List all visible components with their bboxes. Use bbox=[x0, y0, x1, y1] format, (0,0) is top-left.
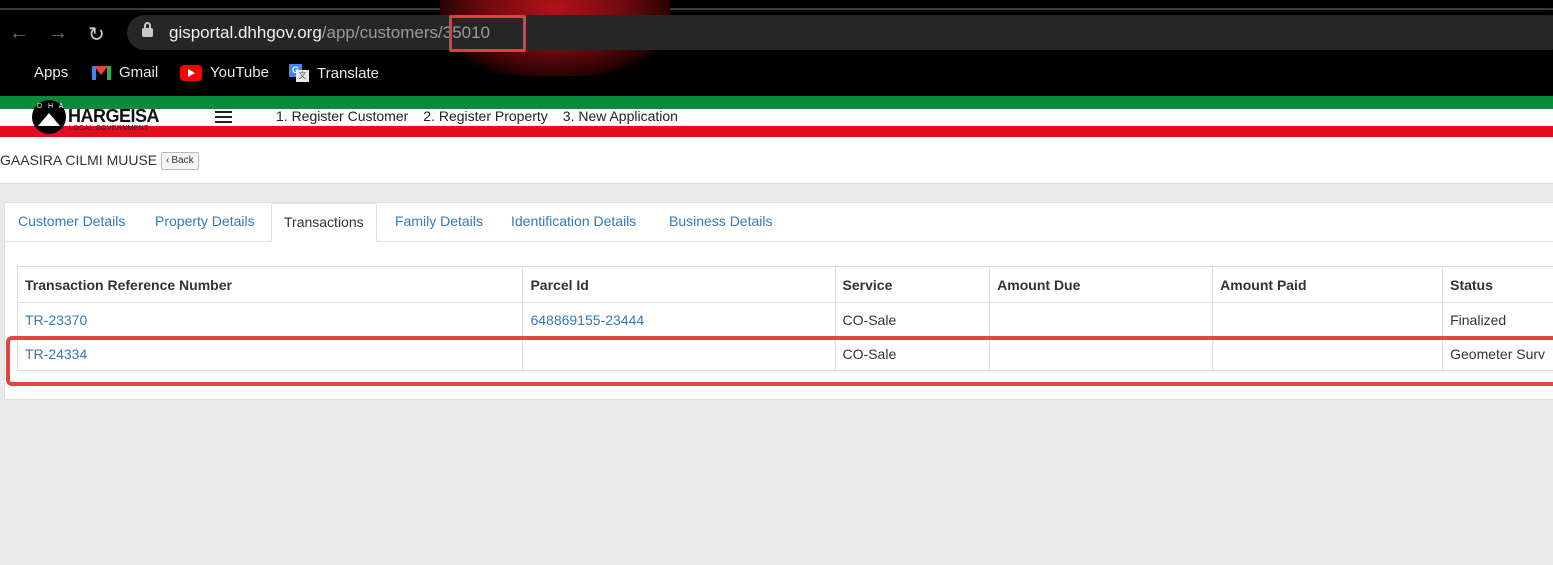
tab-identification-details[interactable]: Identification Details bbox=[511, 213, 636, 229]
nav-register-customer[interactable]: 1. Register Customer bbox=[276, 108, 408, 124]
reload-icon[interactable]: ↻ bbox=[88, 22, 105, 47]
tab-customer-details[interactable]: Customer Details bbox=[18, 213, 125, 229]
youtube-icon bbox=[180, 64, 202, 81]
bookmark-label: Apps bbox=[34, 64, 69, 81]
bookmark-label: Translate bbox=[317, 64, 379, 82]
back-arrow-icon[interactable]: ← bbox=[9, 22, 29, 45]
customer-title-bar: GAASIRA CILMI MUUSE ‹ Back bbox=[0, 138, 1553, 184]
forward-arrow-icon[interactable]: → bbox=[48, 22, 68, 45]
lock-icon[interactable] bbox=[142, 22, 153, 38]
parcel-id-link[interactable]: 648869155-23444 bbox=[530, 312, 644, 328]
column-header[interactable]: Status bbox=[1442, 266, 1553, 303]
bookmark-label: Gmail bbox=[119, 64, 159, 81]
table-cell: TR-23370 bbox=[16, 302, 524, 337]
tab-bar: Customer Details Property Details Transa… bbox=[5, 203, 1553, 242]
tab-strip-edge bbox=[0, 8, 1553, 10]
url-text: gisportal.dhhgov.org/app/customers/35010 bbox=[169, 23, 491, 42]
column-header[interactable]: Amount Due bbox=[989, 266, 1214, 303]
tab-transactions[interactable]: Transactions bbox=[271, 203, 377, 242]
url-id-annotation bbox=[449, 15, 526, 52]
back-button-label: Back bbox=[171, 155, 194, 166]
table-header-row: Transaction Reference Number Parcel Id S… bbox=[16, 266, 1553, 303]
table-cell bbox=[1212, 302, 1444, 337]
table-cell: Finalized bbox=[1442, 302, 1553, 337]
transaction-ref-link[interactable]: TR-23370 bbox=[25, 312, 87, 328]
logo-subtitle: LOCAL GOVERNMENT bbox=[69, 125, 149, 132]
bookmark-gmail[interactable]: Gmail bbox=[92, 64, 158, 81]
logo-initials: D H A bbox=[37, 103, 66, 110]
flag-stripe-green bbox=[0, 96, 1553, 109]
screen: ← → ↻ gisportal.dhhgov.org/app/customers… bbox=[0, 0, 1553, 565]
address-bar[interactable]: gisportal.dhhgov.org/app/customers/35010 bbox=[127, 15, 1553, 50]
menu-toggle-icon[interactable] bbox=[215, 111, 232, 123]
customer-name: GAASIRA CILMI MUUSE bbox=[0, 152, 158, 168]
browser-chrome: ← → ↻ gisportal.dhhgov.org/app/customers… bbox=[0, 0, 1553, 96]
bookmarks-bar: Apps Gmail YouTube G文 Translate bbox=[0, 58, 1553, 88]
tab-property-details[interactable]: Property Details bbox=[155, 213, 255, 229]
top-nav: 1. Register Customer 2. Register Propert… bbox=[276, 108, 678, 124]
logo-name: HARGEISA bbox=[68, 106, 160, 126]
bookmark-label: YouTube bbox=[210, 64, 269, 81]
logo-emblem-icon: D H A bbox=[32, 100, 66, 134]
nav-new-application[interactable]: 3. New Application bbox=[563, 108, 678, 124]
table-row: TR-23370 648869155-23444 CO-Sale Finaliz… bbox=[16, 302, 1553, 337]
bookmark-translate[interactable]: G文 Translate bbox=[289, 64, 379, 82]
chevron-left-icon: ‹ bbox=[166, 155, 170, 166]
bookmark-youtube[interactable]: YouTube bbox=[180, 64, 269, 81]
table-cell: CO-Sale bbox=[834, 302, 991, 337]
table-cell: 648869155-23444 bbox=[522, 302, 836, 337]
column-header[interactable]: Transaction Reference Number bbox=[16, 266, 524, 303]
bookmark-apps[interactable]: Apps bbox=[10, 64, 68, 81]
tab-business-details[interactable]: Business Details bbox=[669, 213, 773, 229]
column-header[interactable]: Amount Paid bbox=[1212, 266, 1444, 303]
row-annotation bbox=[6, 336, 1553, 386]
apps-grid-icon bbox=[10, 65, 26, 81]
flag-stripe-red bbox=[0, 126, 1553, 137]
translate-icon: G文 bbox=[289, 64, 309, 82]
tab-family-details[interactable]: Family Details bbox=[395, 213, 483, 229]
gmail-icon bbox=[92, 65, 111, 80]
hargeisa-logo[interactable]: D H A HARGEISA LOCAL GOVERNMENT bbox=[32, 100, 162, 134]
table-cell bbox=[989, 302, 1214, 337]
column-header[interactable]: Parcel Id bbox=[522, 266, 836, 303]
app-header: D H A HARGEISA LOCAL GOVERNMENT 1. Regis… bbox=[0, 96, 1553, 138]
column-header[interactable]: Service bbox=[834, 266, 991, 303]
nav-register-property[interactable]: 2. Register Property bbox=[423, 108, 548, 124]
back-button[interactable]: ‹ Back bbox=[161, 152, 199, 170]
